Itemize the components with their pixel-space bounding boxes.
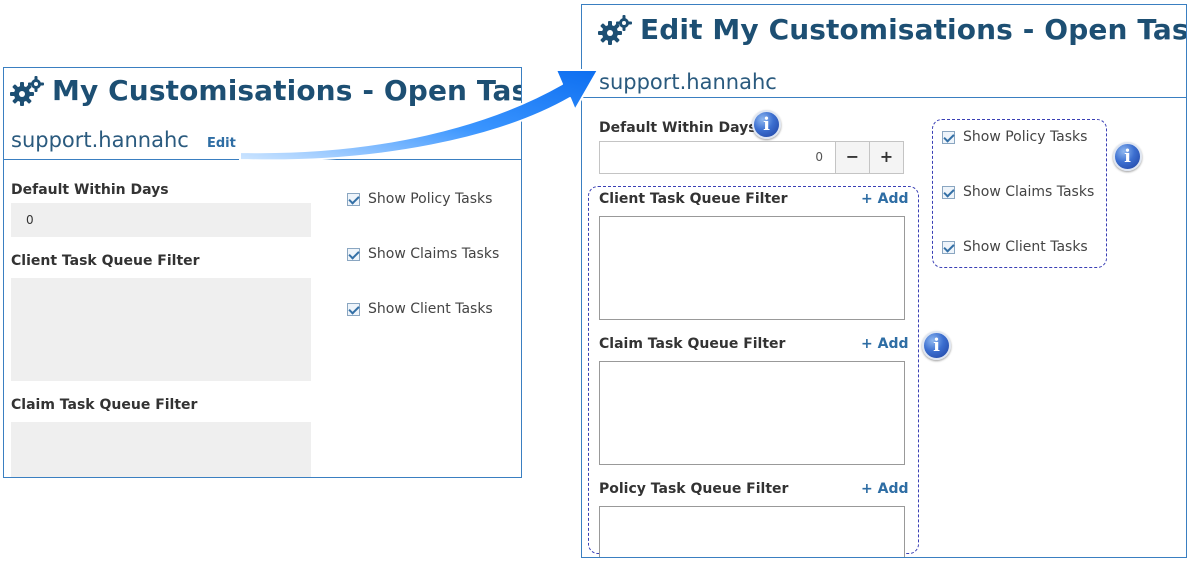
default-within-days-value-box: 0	[11, 203, 311, 237]
claim-filter-textarea[interactable]	[599, 361, 905, 465]
client-filter-label: Client Task Queue Filter	[599, 191, 788, 207]
default-within-days-input[interactable]: 0	[599, 141, 836, 174]
customisations-edit-panel: Edit My Customisations - Open Tasks supp…	[581, 4, 1187, 558]
default-within-days-label: Default Within Days	[599, 120, 757, 136]
show-client-tasks-row: Show Client Tasks	[347, 301, 493, 317]
checkbox-icon[interactable]	[942, 240, 955, 254]
show-client-tasks-checkbox[interactable]: Show Client Tasks	[942, 239, 1088, 255]
gears-icon	[10, 75, 44, 106]
customisations-view-panel: My Customisations - Open Tasks support.h…	[3, 67, 522, 478]
default-within-days-value: 0	[26, 213, 34, 227]
username: support.hannahc	[599, 70, 777, 94]
default-within-days-label: Default Within Days	[11, 182, 169, 198]
gears-icon	[598, 14, 632, 45]
show-policy-tasks-row: Show Policy Tasks	[347, 191, 492, 207]
add-policy-filter-link[interactable]: + Add	[861, 481, 908, 497]
title-divider	[582, 97, 1186, 98]
checkbox-icon	[347, 302, 360, 316]
edit-page-title: Edit My Customisations - Open Tasks	[598, 13, 1187, 46]
show-claims-tasks-row: Show Claims Tasks	[347, 246, 499, 262]
increment-button[interactable]: +	[869, 141, 904, 174]
client-filter-value-box	[11, 278, 311, 381]
page-title: My Customisations - Open Tasks	[10, 74, 522, 107]
client-filter-textarea[interactable]	[599, 216, 905, 320]
show-policy-tasks-label: Show Policy Tasks	[368, 191, 493, 207]
info-icon[interactable]: i	[922, 331, 951, 360]
show-claims-tasks-label: Show Claims Tasks	[368, 246, 500, 262]
show-claims-tasks-checkbox[interactable]: Show Claims Tasks	[942, 184, 1094, 200]
edit-page-title-text: Edit My Customisations - Open Tasks	[640, 13, 1187, 46]
policy-filter-label: Policy Task Queue Filter	[599, 481, 789, 497]
username: support.hannahc	[11, 128, 189, 152]
info-icon[interactable]: i	[1113, 142, 1142, 171]
page-title-text: My Customisations - Open Tasks	[52, 74, 522, 107]
policy-filter-textarea[interactable]	[599, 506, 905, 557]
show-client-tasks-label: Show Client Tasks	[368, 301, 493, 317]
checkbox-icon	[347, 247, 360, 261]
claim-filter-label: Claim Task Queue Filter	[599, 336, 786, 352]
client-filter-label: Client Task Queue Filter	[11, 253, 200, 269]
title-divider	[4, 159, 521, 160]
checkbox-icon[interactable]	[942, 185, 955, 199]
checkbox-icon[interactable]	[942, 130, 955, 144]
edit-link[interactable]: Edit	[207, 136, 236, 151]
checkbox-icon	[347, 192, 360, 206]
show-policy-tasks-label[interactable]: Show Policy Tasks	[963, 129, 1087, 145]
decrement-button[interactable]: −	[835, 141, 870, 174]
claim-filter-value-box	[11, 422, 311, 477]
show-client-tasks-label[interactable]: Show Client Tasks	[963, 239, 1088, 255]
add-client-filter-link[interactable]: + Add	[861, 191, 908, 207]
show-claims-tasks-label[interactable]: Show Claims Tasks	[963, 184, 1094, 200]
claim-filter-label: Claim Task Queue Filter	[11, 397, 198, 413]
add-claim-filter-link[interactable]: + Add	[861, 336, 908, 352]
info-icon[interactable]: i	[752, 110, 781, 139]
show-policy-tasks-checkbox[interactable]: Show Policy Tasks	[942, 129, 1087, 145]
